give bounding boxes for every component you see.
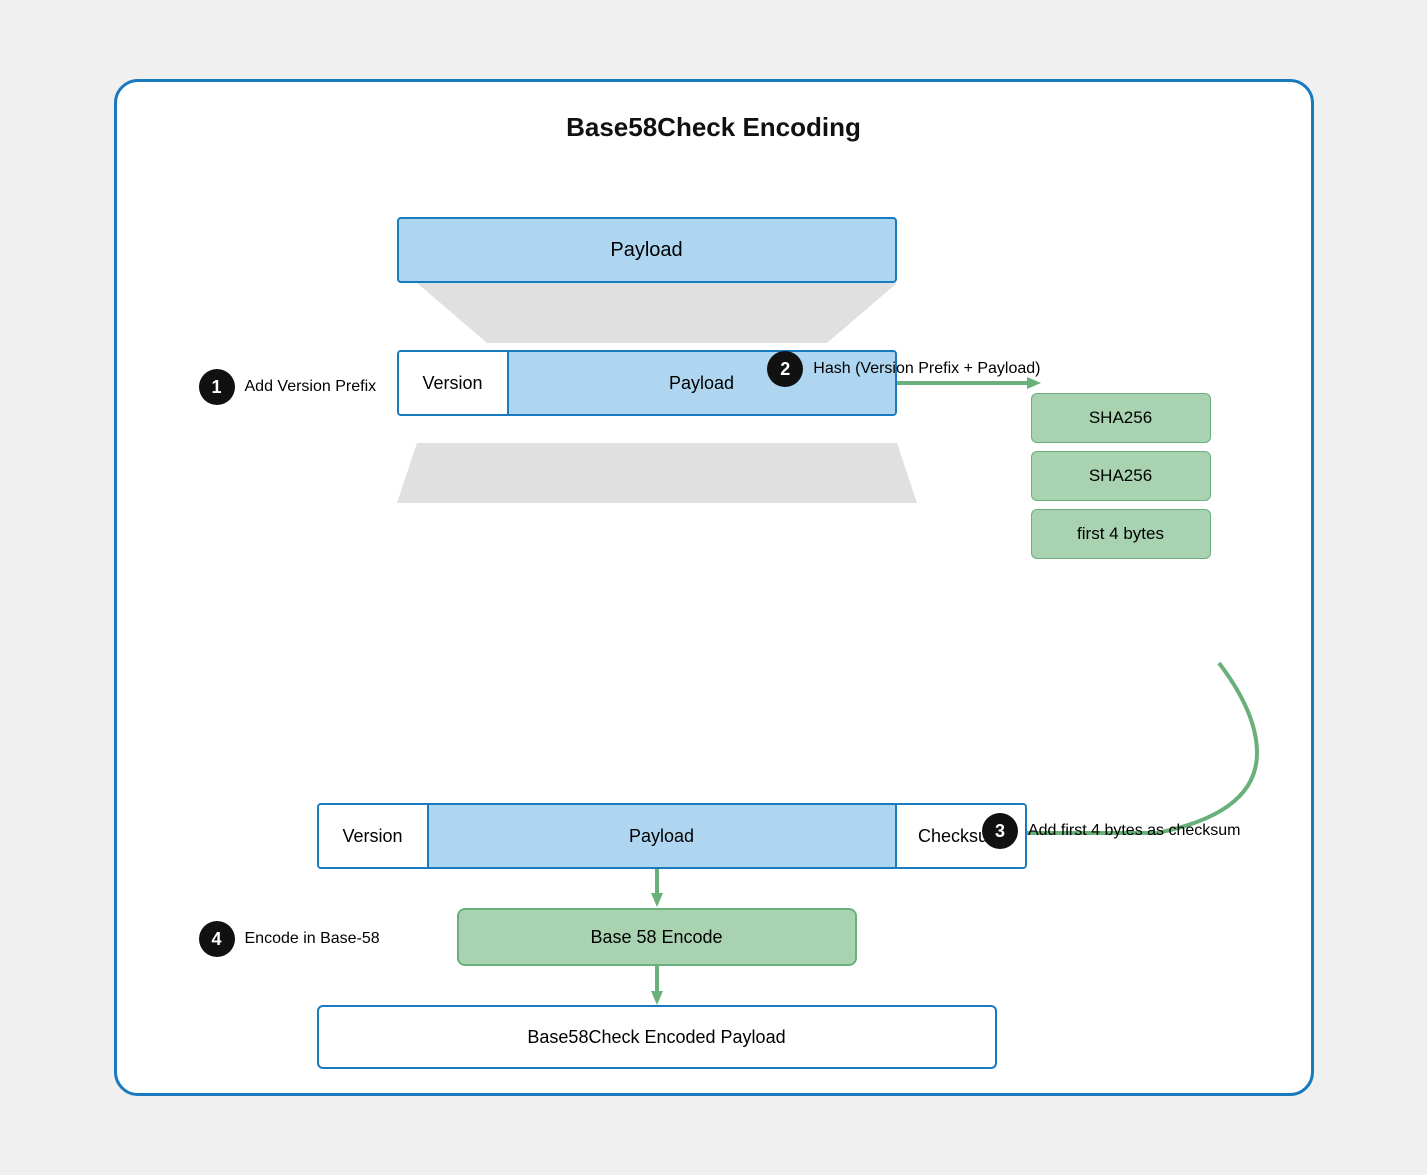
payload-label-bot: Payload	[629, 826, 694, 847]
final-output-box: Base58Check Encoded Payload	[317, 1005, 997, 1069]
step4-badge-area: 4 Encode in Base-58	[199, 921, 380, 957]
step4-circle: 4	[199, 921, 235, 957]
step1-number: 1	[211, 377, 221, 398]
step2-circle: 2	[767, 351, 803, 387]
version-label-2: Version	[342, 826, 402, 847]
first4bytes-label: first 4 bytes	[1077, 524, 1164, 544]
base58-encode-box: Base 58 Encode	[457, 908, 857, 966]
sha256-box-1: SHA256	[1031, 393, 1211, 443]
arrowhead-to-final	[651, 991, 663, 1005]
version-cell-2: Version	[319, 805, 429, 867]
arrowhead-to-base58	[651, 893, 663, 907]
version-cell-1: Version	[399, 352, 509, 414]
sha256-label-1: SHA256	[1089, 408, 1152, 428]
diagram-body: Payload 1 Add Version Prefix Version Pay…	[157, 173, 1271, 1053]
step2-label: Hash (Version Prefix + Payload)	[813, 360, 1040, 378]
step3-number: 3	[995, 821, 1005, 842]
step1-badge-area: 1 Add Version Prefix	[199, 369, 377, 405]
step3-row: Version Payload Checksum	[317, 803, 1027, 869]
sha-panel: SHA256 SHA256 first 4 bytes	[1031, 393, 1211, 559]
base58-encode-label: Base 58 Encode	[590, 927, 722, 948]
payload-cell-2: Payload	[429, 805, 895, 867]
arrow-from-first4bytes	[1027, 663, 1257, 833]
sha256-label-2: SHA256	[1089, 466, 1152, 486]
diagram-container: Base58Check Encoding Pa	[114, 79, 1314, 1096]
step2-badge-area: 2 Hash (Version Prefix + Payload)	[767, 351, 1040, 387]
step3-circle: 3	[982, 813, 1018, 849]
step3-badge-area: 3 Add first 4 bytes as checksum	[982, 813, 1241, 849]
diagram-title: Base58Check Encoding	[157, 112, 1271, 143]
funnel-top	[417, 283, 897, 343]
payload-top-box: Payload	[397, 217, 897, 283]
step4-label: Encode in Base-58	[245, 930, 380, 948]
sha256-box-2: SHA256	[1031, 451, 1211, 501]
payload-label-mid: Payload	[669, 373, 734, 394]
step3-label: Add first 4 bytes as checksum	[1028, 822, 1241, 840]
first4bytes-box: first 4 bytes	[1031, 509, 1211, 559]
step4-number: 4	[211, 929, 221, 950]
funnel-bottom	[397, 443, 917, 503]
step1-circle: 1	[199, 369, 235, 405]
payload-top-label: Payload	[610, 239, 682, 262]
step2-number: 2	[780, 359, 790, 380]
step1-label: Add Version Prefix	[245, 378, 377, 396]
final-output-label: Base58Check Encoded Payload	[527, 1027, 785, 1048]
version-label-1: Version	[422, 373, 482, 394]
